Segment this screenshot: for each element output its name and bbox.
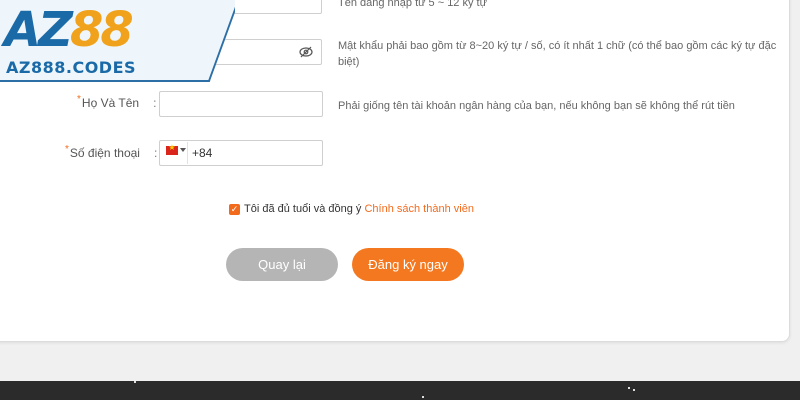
username-hint: Tên đăng nhập từ 5 ~ 12 ký tự: [338, 0, 487, 9]
footer-bar: [0, 381, 800, 400]
footer-dot: [134, 381, 136, 383]
logo-domain: AZ888.CODES: [6, 58, 137, 77]
logo-az: AZ: [4, 2, 73, 58]
colon: :: [153, 96, 157, 110]
logo-88: 88: [69, 2, 134, 58]
footer-dot: [633, 389, 635, 391]
flag-star-glyph: ★: [168, 143, 176, 152]
fullname-input[interactable]: [159, 91, 323, 117]
eye-off-icon[interactable]: [298, 44, 314, 60]
fullname-label: *Họ Và Tên:: [77, 94, 157, 110]
footer-dot: [628, 387, 630, 389]
colon: :: [153, 146, 158, 160]
required-mark: *: [65, 144, 69, 155]
phone-label-text: Số điện thoại: [69, 146, 140, 160]
fullname-label-text: Họ Và Tên: [81, 96, 140, 110]
fullname-hint: Phải giống tên tài khoản ngân hàng của b…: [338, 100, 735, 112]
footer-dot: [422, 396, 424, 398]
phone-label: *Số điện thoại:: [65, 144, 158, 160]
password-hint: Mật khẩu phải bao gồm từ 8~20 ký tự / số…: [338, 40, 777, 68]
phone-divider: [187, 142, 188, 164]
agree-checkbox[interactable]: ✓: [229, 204, 240, 215]
back-button[interactable]: Quay lại: [226, 248, 338, 281]
logo-wordmark: AZ88: [4, 2, 134, 58]
agree-label: Tôi đã đủ tuổi và đồng ý: [244, 203, 362, 215]
agree-text: Tôi đã đủ tuổi và đồng ý Chính sách thàn…: [244, 203, 474, 215]
caret-down-icon[interactable]: [180, 148, 186, 152]
member-policy-link[interactable]: Chính sách thành viên: [364, 203, 473, 215]
required-mark: *: [77, 94, 81, 105]
phone-prefix-value: +84: [192, 146, 213, 160]
register-button[interactable]: Đăng ký ngay: [352, 248, 464, 281]
logo[interactable]: AZ88 AZ888.CODES: [0, 0, 235, 82]
vietnam-flag-icon: ★: [166, 143, 178, 155]
